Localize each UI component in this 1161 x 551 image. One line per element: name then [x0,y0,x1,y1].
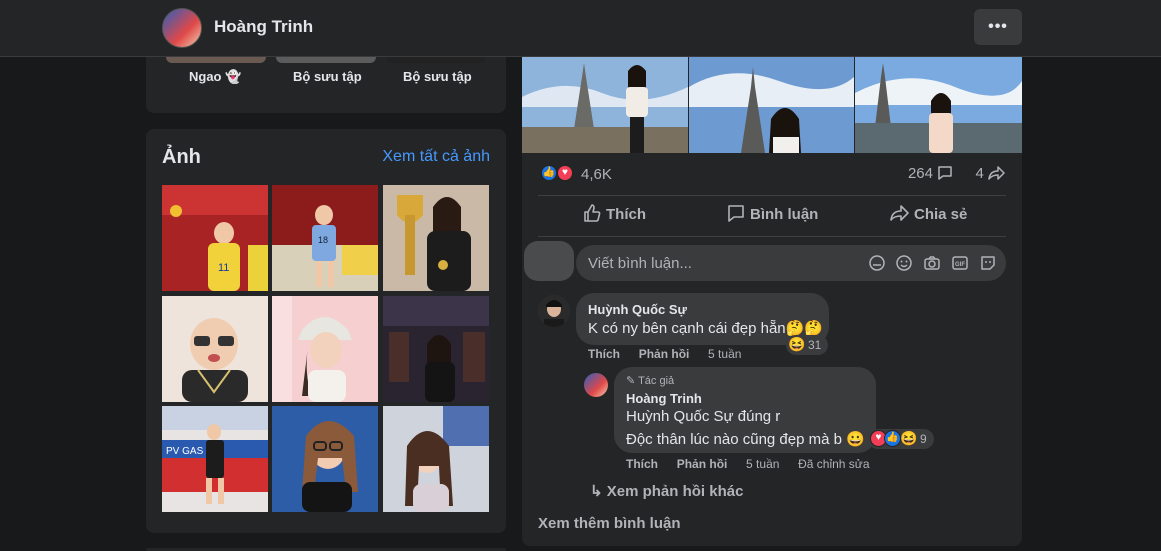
reply-reaction-count: 9 [920,432,927,446]
comment-count-icon [938,166,952,180]
comment-reaction-count: 31 [808,338,822,352]
highlight-thumbnail[interactable] [166,57,266,63]
see-all-photos-link[interactable]: Xem tất cả ảnh [382,148,490,166]
share-icon [890,205,909,221]
thumbs-up-icon [584,204,601,222]
divider [538,236,1006,237]
comment-time[interactable]: 5 tuần [708,347,741,361]
share-count[interactable]: 4 [975,165,983,182]
gif-icon[interactable]: GIF [951,254,969,272]
author-badge-label: Tác giả [638,375,675,387]
comment-like-link[interactable]: Thích [588,347,620,361]
post-stats: 264 4 [908,165,1006,182]
more-replies-link[interactable]: ↳ Xem phản hồi khác [590,482,743,500]
photo-thumbnail[interactable] [383,296,489,402]
comment-reactions[interactable]: 😆 31 [786,335,828,355]
comment-meta: Thích Phản hồi 5 tuần [588,347,741,361]
post-card: 👍 ♥ 4,6K 264 4 Thích Bình luận Chia sẻ V… [522,57,1022,546]
laugh-reaction-icon: 😆 [788,336,806,352]
post-photo[interactable] [855,57,1022,153]
post-photo[interactable] [689,57,854,153]
reply-author-avatar[interactable] [584,373,608,397]
comment-count[interactable]: 264 [908,165,933,182]
reply-reply-link[interactable]: Phản hồi [677,457,728,471]
photo-thumbnail[interactable]: 11 [162,185,268,291]
comment-button[interactable]: Bình luận [726,203,818,223]
photo-thumbnail[interactable] [383,185,489,291]
story-highlights [146,57,506,113]
reply-author[interactable]: Hoàng Trinh [626,391,702,406]
share-count-icon [988,166,1005,180]
profile-header-bar: Hoàng Trinh ••• [0,0,1161,57]
highlight-thumbnail[interactable] [276,57,376,63]
photo-thumbnail[interactable] [272,406,378,512]
reaction-count: 4,6K [581,166,612,183]
highlight-thumbnail[interactable] [386,57,486,63]
sticker-icon[interactable] [979,254,997,272]
author-badge: ✎ Tác giả [626,374,674,387]
svg-text:PV GAS: PV GAS [166,446,204,457]
more-options-button[interactable]: ••• [974,9,1022,45]
reply-meta: Thích Phản hồi 5 tuần Đã chỉnh sửa [626,457,870,471]
camera-icon[interactable] [923,254,941,272]
love-reaction-icon: ♥ [556,164,574,182]
highlight-label[interactable]: Bộ sưu tập [293,69,362,84]
more-replies-label: Xem phản hồi khác [606,483,744,500]
share-button[interactable]: Chia sẻ [890,203,967,223]
comment-placeholder: Viết bình luận... [588,255,692,272]
photo-thumbnail[interactable] [383,406,489,512]
comment-input[interactable]: Viết bình luận... GIF [576,245,1006,281]
svg-text:GIF: GIF [955,262,965,268]
reply-time[interactable]: 5 tuần [746,457,779,471]
highlight-label[interactable]: Bộ sưu tập [403,69,472,84]
comment-icon [728,205,744,222]
reply-arrow-icon: ↳ [590,483,603,500]
photo-thumbnail[interactable]: PV GAS [162,406,268,512]
svg-text:11: 11 [218,262,229,274]
edited-label: Đã chỉnh sửa [798,457,870,471]
comment-author[interactable]: Huỳnh Quốc Sự [588,302,687,317]
like-reaction-icon: 👍 [540,164,558,182]
reply-text-line2: Độc thân lúc nào cũng đẹp mà b 😀 [626,431,865,448]
reply-like-link[interactable]: Thích [626,457,658,471]
profile-name[interactable]: Hoàng Trinh [214,17,313,37]
divider [538,195,1006,196]
photo-thumbnail[interactable] [272,296,378,402]
photo-thumbnail[interactable] [162,296,268,402]
photo-thumbnail[interactable]: 18 [272,185,378,291]
comment-label: Bình luận [750,206,819,223]
profile-avatar[interactable] [162,8,202,48]
reply-text-line1: Huỳnh Quốc Sự đúng r [626,408,781,425]
like-label: Thích [606,206,646,223]
photos-title: Ảnh [162,146,201,168]
comment-text: K có ny bên cạnh cái đẹp hẵn🤔🤔 [588,320,823,337]
commenter-avatar[interactable] [538,295,570,327]
pencil-icon: ✎ [626,375,636,387]
photos-card: Ảnh Xem tất cả ảnh 11 18 PV GAS [146,129,506,533]
share-label: Chia sẻ [914,206,968,223]
like-reaction-icon: 👍 [884,430,901,447]
see-more-comments-link[interactable]: Xem thêm bình luận [538,515,681,532]
like-button[interactable]: Thích [582,203,646,223]
avatar-sticker-icon[interactable] [868,254,886,272]
post-photo[interactable] [522,57,688,153]
current-user-avatar[interactable] [524,241,574,281]
emoji-icon[interactable] [895,254,913,272]
laugh-reaction-icon: 😆 [900,430,918,446]
comment-reply-link[interactable]: Phản hồi [639,347,690,361]
reply-reactions[interactable]: ♥ 👍 😆 9 [868,429,934,449]
highlight-label[interactable]: Ngao 👻 [189,69,241,85]
svg-text:18: 18 [318,235,328,245]
